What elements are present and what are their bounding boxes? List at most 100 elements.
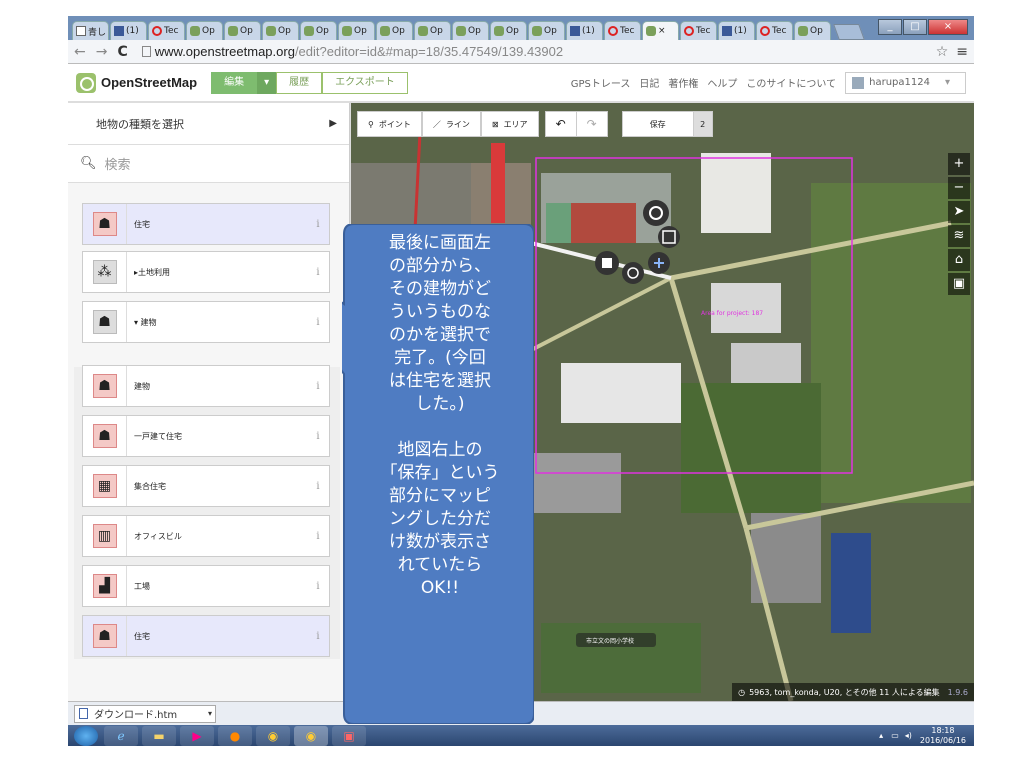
search-input[interactable]: 🔍︎ 検索 [68, 145, 349, 183]
info-icon[interactable]: i [307, 531, 329, 542]
close-window-button[interactable]: × [928, 19, 968, 35]
preset-label: 一戸建て住宅 [134, 431, 182, 441]
download-item[interactable]: ダウンロード.htm ▾ [74, 704, 216, 723]
info-icon[interactable]: i [307, 431, 329, 442]
tab-label: Tec [696, 26, 711, 36]
user-menu[interactable]: harupa1124 ▾ [845, 71, 966, 94]
tab-label: × [658, 26, 666, 36]
start-button[interactable] [74, 725, 98, 746]
bookmark-star-icon[interactable]: ☆ [936, 44, 949, 60]
tray-arrow-icon[interactable]: ▴ [879, 731, 883, 740]
folder-icon[interactable]: ▬ [142, 725, 176, 746]
browser-tab[interactable]: Op [414, 21, 451, 40]
minimize-button[interactable]: _ [878, 19, 902, 35]
browser-tab[interactable]: Op [338, 21, 375, 40]
area-label: エリア [503, 119, 528, 129]
menu-icon[interactable]: ≡ [956, 44, 968, 60]
osm-logo-icon[interactable] [76, 72, 96, 93]
save-button[interactable]: 保存 [621, 111, 694, 137]
network-icon[interactable]: ▭ [891, 731, 899, 740]
preset-item[interactable]: ⁂ ▸土地利用 i [82, 251, 330, 293]
media-icon[interactable]: ▶ [180, 725, 214, 746]
browser-tab[interactable]: Op [528, 21, 565, 40]
browser-tab[interactable]: Op [224, 21, 261, 40]
add-area-button[interactable]: ⊠ エリア [480, 111, 539, 137]
chrome-active-icon[interactable]: ◉ [294, 725, 328, 746]
edit-button[interactable]: 編集 [211, 71, 258, 94]
browser-tab[interactable]: Tec [148, 21, 185, 40]
window-controls: _ □ × [877, 19, 968, 35]
chrome-icon[interactable]: ◉ [256, 725, 290, 746]
browser-tab[interactable]: Op [262, 21, 299, 40]
chevron-down-icon[interactable]: ▾ [208, 709, 212, 718]
back-icon[interactable]: ← [74, 44, 86, 60]
new-tab-button[interactable] [833, 24, 865, 40]
preset-item[interactable]: ☗ 建物 i [82, 365, 330, 407]
info-icon[interactable]: i [307, 581, 329, 592]
undo-button[interactable]: ↶ [544, 111, 577, 137]
forward-arrow-icon[interactable]: ▶ [329, 118, 337, 129]
link-diary[interactable]: 日記 [639, 75, 659, 90]
forward-icon[interactable]: → [96, 44, 108, 60]
background-layers-button[interactable]: ≋ [948, 225, 970, 247]
brand-name[interactable]: OpenStreetMap [101, 75, 197, 90]
browser-tab[interactable]: (1) [718, 21, 755, 40]
reload-icon[interactable]: C [117, 44, 127, 60]
link-help[interactable]: ヘルプ [707, 75, 737, 90]
info-icon[interactable]: i [307, 631, 329, 642]
preset-item[interactable]: ▟ 工場 i [82, 565, 330, 607]
export-button[interactable]: エクスポート [322, 71, 408, 94]
clock[interactable]: 18:18 2016/06/16 [920, 726, 966, 746]
volume-icon[interactable]: ◂) [905, 731, 912, 740]
firefox-icon[interactable]: ● [218, 725, 252, 746]
info-icon[interactable]: i [307, 219, 329, 230]
info-icon[interactable]: i [307, 381, 329, 392]
link-gps-traces[interactable]: GPSトレース [571, 75, 631, 90]
browser-tab[interactable]: × [642, 21, 679, 40]
info-icon[interactable]: i [307, 481, 329, 492]
line-label: ライン [445, 119, 470, 129]
edit-count[interactable]: 5963, tom_konda, U20, とその他 11 人による編集 [749, 687, 940, 698]
save-count-badge: 2 [692, 111, 713, 137]
browser-tab[interactable]: Tec [756, 21, 793, 40]
maximize-button[interactable]: □ [903, 19, 927, 35]
zoom-in-button[interactable]: + [948, 153, 970, 175]
browser-tab[interactable]: (1) [566, 21, 603, 40]
apartment-icon: ▦ [92, 474, 117, 498]
add-line-button[interactable]: ／ ライン [421, 111, 481, 137]
redo-button[interactable]: ↷ [575, 111, 608, 137]
browser-tab[interactable]: Op [490, 21, 527, 40]
preset-item[interactable]: ☗ ▾ 建物 i [82, 301, 330, 343]
link-copyright[interactable]: 著作権 [668, 75, 698, 90]
browser-tab[interactable]: 青し [72, 21, 109, 40]
preset-item[interactable]: ☗ 住宅 i [82, 615, 330, 657]
history-button[interactable]: 履歴 [276, 71, 323, 94]
browser-tab[interactable]: Op [794, 21, 831, 40]
attribution-bar: ◷ 5963, tom_konda, U20, とその他 11 人による編集 1… [732, 683, 974, 701]
add-point-button[interactable]: ⚲ ポイント [357, 111, 422, 137]
red-favicon-icon [608, 26, 618, 36]
browser-tab[interactable]: Tec [604, 21, 641, 40]
link-about[interactable]: このサイトについて [746, 75, 836, 90]
browser-tab[interactable]: Op [452, 21, 489, 40]
browser-tab[interactable]: (1) [110, 21, 147, 40]
browser-tab[interactable]: Op [376, 21, 413, 40]
locate-button[interactable]: ➤ [948, 201, 970, 223]
tab-label: (1) [126, 26, 139, 36]
browser-tab[interactable]: Op [300, 21, 337, 40]
info-icon[interactable]: i [307, 317, 329, 328]
ie-icon[interactable]: ℯ [104, 725, 138, 746]
preset-item[interactable]: ☗ 一戸建て住宅 i [82, 415, 330, 457]
zoom-out-button[interactable]: − [948, 177, 970, 199]
preset-item[interactable]: ☗ 住宅 i [82, 203, 330, 245]
map-data-button[interactable]: ⌂ [948, 249, 970, 271]
edit-dropdown-button[interactable]: ▾ [257, 71, 277, 94]
app-icon[interactable]: ▣ [332, 725, 366, 746]
url-field[interactable]: www.openstreetmap.org/edit?editor=id&#ma… [155, 44, 563, 59]
info-icon[interactable]: i [307, 267, 329, 278]
preset-item[interactable]: ▥ オフィスビル i [82, 515, 330, 557]
browser-tab[interactable]: Op [186, 21, 223, 40]
browser-tab[interactable]: Tec [680, 21, 717, 40]
help-panel-button[interactable]: ▣ [948, 273, 970, 295]
preset-item[interactable]: ▦ 集合住宅 i [82, 465, 330, 507]
